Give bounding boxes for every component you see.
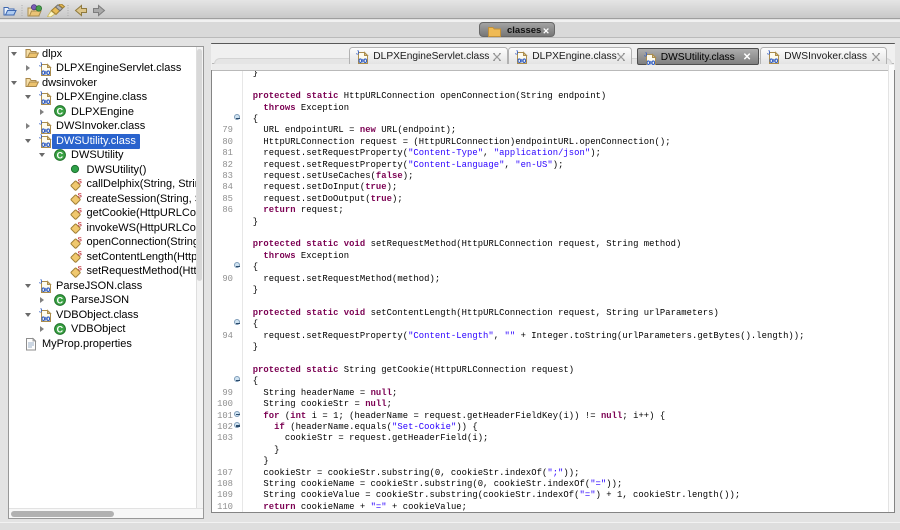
svg-text:J: J [767, 51, 770, 57]
svg-text:S: S [78, 207, 83, 214]
svg-text:J: J [39, 120, 42, 126]
svg-text:J: J [39, 309, 42, 315]
svg-text:C: C [56, 150, 63, 160]
svg-text:J: J [39, 62, 42, 68]
svg-text:S: S [78, 265, 83, 272]
svg-text:C: C [56, 295, 63, 305]
svg-text:J: J [515, 51, 518, 57]
svg-text:S: S [78, 178, 83, 185]
svg-text:J: J [356, 51, 359, 57]
svg-text:J: J [39, 91, 42, 97]
svg-text:S: S [78, 193, 83, 200]
svg-text:J: J [39, 280, 42, 286]
svg-text:S: S [78, 236, 83, 243]
svg-text:S: S [78, 251, 83, 258]
svg-text:C: C [56, 324, 63, 334]
svg-text:J: J [644, 52, 647, 58]
svg-text:J: J [39, 135, 42, 141]
svg-text:C: C [56, 107, 63, 117]
svg-text:S: S [78, 222, 83, 229]
